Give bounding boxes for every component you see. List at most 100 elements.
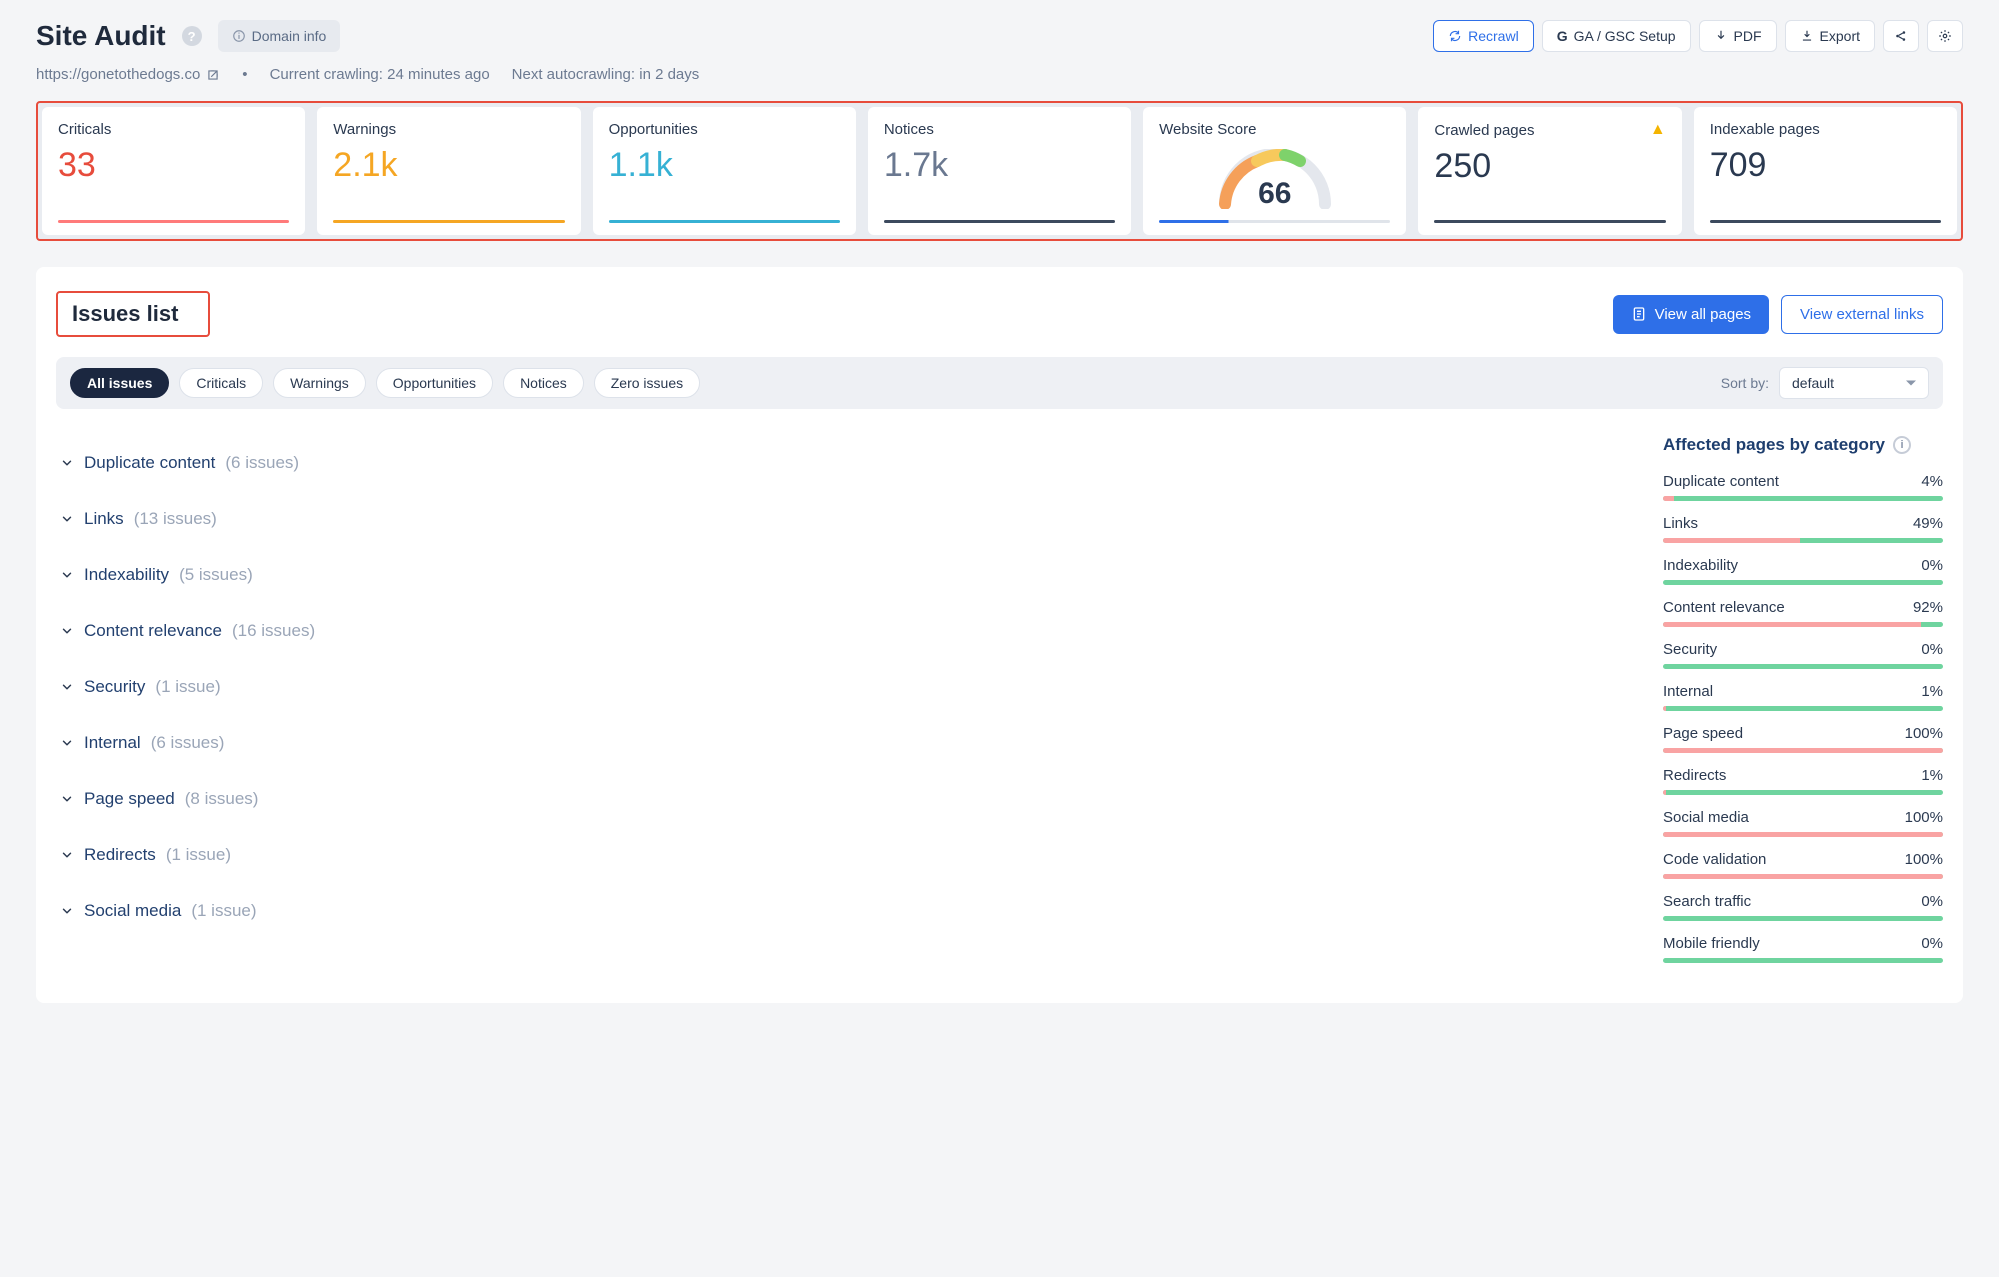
category-row[interactable]: Links49% (1663, 515, 1943, 543)
pages-icon (1631, 306, 1647, 322)
card-crawled-pages[interactable]: Crawled pages ▲ 250 (1418, 107, 1681, 235)
category-bar (1663, 538, 1943, 543)
google-icon: G (1557, 28, 1568, 44)
view-external-links-button[interactable]: View external links (1781, 295, 1943, 334)
info-icon (232, 29, 246, 43)
warning-icon: ▲ (1650, 121, 1666, 139)
category-row[interactable]: Page speed100% (1663, 725, 1943, 753)
card-notices[interactable]: Notices 1.7k (868, 107, 1131, 235)
category-bar (1663, 622, 1943, 627)
domain-info-button[interactable]: Domain info (218, 20, 341, 52)
issue-name: Security (84, 677, 145, 697)
pdf-button[interactable]: PDF (1699, 20, 1777, 52)
card-value: 250 (1434, 149, 1665, 183)
card-opportunities[interactable]: Opportunities 1.1k (593, 107, 856, 235)
category-name: Mobile friendly (1663, 935, 1760, 952)
issue-row[interactable]: Security (1 issue) (56, 659, 1603, 715)
issues-list: Duplicate content (6 issues)Links (13 is… (56, 435, 1603, 963)
page-title: Site Audit (36, 20, 166, 52)
sort-select[interactable]: default (1779, 367, 1929, 399)
recrawl-button[interactable]: Recrawl (1433, 20, 1534, 52)
card-warnings[interactable]: Warnings 2.1k (317, 107, 580, 235)
category-row[interactable]: Content relevance92% (1663, 599, 1943, 627)
category-row[interactable]: Mobile friendly 0% (1663, 935, 1943, 963)
issue-row[interactable]: Duplicate content (6 issues) (56, 435, 1603, 491)
domain-info-label: Domain info (252, 28, 327, 44)
card-label: Notices (884, 121, 1115, 138)
category-row[interactable]: Security0% (1663, 641, 1943, 669)
filter-pill-opportunities[interactable]: Opportunities (376, 368, 493, 398)
view-external-links-label: View external links (1800, 306, 1924, 323)
site-url: https://gonetothedogs.co (36, 66, 200, 83)
help-icon[interactable]: ? (182, 26, 202, 46)
category-pct: 1% (1921, 767, 1943, 784)
pdf-icon (1714, 29, 1728, 43)
sparkline (58, 220, 289, 223)
issue-name: Redirects (84, 845, 156, 865)
category-row[interactable]: Social media100% (1663, 809, 1943, 837)
filter-pill-criticals[interactable]: Criticals (179, 368, 263, 398)
card-label-text: Crawled pages (1434, 122, 1534, 139)
card-criticals[interactable]: Criticals 33 (42, 107, 305, 235)
issue-row[interactable]: Page speed (8 issues) (56, 771, 1603, 827)
issue-count: (8 issues) (185, 789, 259, 809)
summary-cards: Criticals 33 Warnings 2.1k Opportunities… (36, 101, 1963, 241)
issues-filter-bar: All issues Criticals Warnings Opportunities… (56, 357, 1943, 409)
chevron-down-icon (60, 512, 74, 526)
card-indexable-pages[interactable]: Indexable pages 709 (1694, 107, 1957, 235)
filter-pill-warnings[interactable]: Warnings (273, 368, 366, 398)
card-label: Warnings (333, 121, 564, 138)
issue-row[interactable]: Content relevance (16 issues) (56, 603, 1603, 659)
settings-button[interactable] (1927, 20, 1963, 52)
issue-row[interactable]: Social media (1 issue) (56, 883, 1603, 939)
chevron-down-icon (60, 736, 74, 750)
category-name: Duplicate content (1663, 473, 1779, 490)
card-website-score[interactable]: Website Score 66 (1143, 107, 1406, 235)
issue-row[interactable]: Indexability (5 issues) (56, 547, 1603, 603)
category-bar (1663, 832, 1943, 837)
category-row[interactable]: Indexability0% (1663, 557, 1943, 585)
view-all-pages-button[interactable]: View all pages (1613, 295, 1769, 334)
category-name: Social media (1663, 809, 1749, 826)
issue-name: Links (84, 509, 124, 529)
info-icon[interactable]: i (1893, 436, 1911, 454)
issue-count: (1 issue) (191, 901, 256, 921)
filter-pill-all-issues[interactable]: All issues (70, 368, 169, 398)
issues-panel: Issues list View all pages View external… (36, 267, 1963, 1003)
issue-row[interactable]: Internal (6 issues) (56, 715, 1603, 771)
share-button[interactable] (1883, 20, 1919, 52)
category-bar (1663, 496, 1943, 501)
export-button[interactable]: Export (1785, 20, 1875, 52)
issue-count: (6 issues) (151, 733, 225, 753)
sparkline (333, 220, 564, 223)
chevron-down-icon (60, 848, 74, 862)
chevron-down-icon (60, 568, 74, 582)
card-value: 1.1k (609, 148, 840, 182)
chevron-down-icon (60, 456, 74, 470)
category-pct: 100% (1905, 851, 1943, 868)
category-bar (1663, 916, 1943, 921)
site-url-link[interactable]: https://gonetothedogs.co (36, 66, 220, 83)
category-row[interactable]: Search traffic0% (1663, 893, 1943, 921)
category-pct: 0% (1921, 935, 1943, 952)
sort-value: default (1792, 375, 1834, 391)
issue-name: Duplicate content (84, 453, 215, 473)
filter-pill-notices[interactable]: Notices (503, 368, 584, 398)
card-label: Opportunities (609, 121, 840, 138)
issue-row[interactable]: Redirects (1 issue) (56, 827, 1603, 883)
category-row[interactable]: Internal1% (1663, 683, 1943, 711)
sparkline (1159, 220, 1390, 223)
category-row[interactable]: Redirects1% (1663, 767, 1943, 795)
reload-icon (1448, 29, 1462, 43)
category-row[interactable]: Duplicate content4% (1663, 473, 1943, 501)
filter-pill-zero-issues[interactable]: Zero issues (594, 368, 700, 398)
issue-row[interactable]: Links (13 issues) (56, 491, 1603, 547)
category-pct: 0% (1921, 641, 1943, 658)
card-label: Criticals (58, 121, 289, 138)
category-row[interactable]: Code validation100% (1663, 851, 1943, 879)
ga-gsc-button[interactable]: G GA / GSC Setup (1542, 20, 1691, 52)
card-label: Crawled pages ▲ (1434, 121, 1665, 139)
category-bar (1663, 580, 1943, 585)
issue-count: (1 issue) (155, 677, 220, 697)
category-name: Content relevance (1663, 599, 1785, 616)
